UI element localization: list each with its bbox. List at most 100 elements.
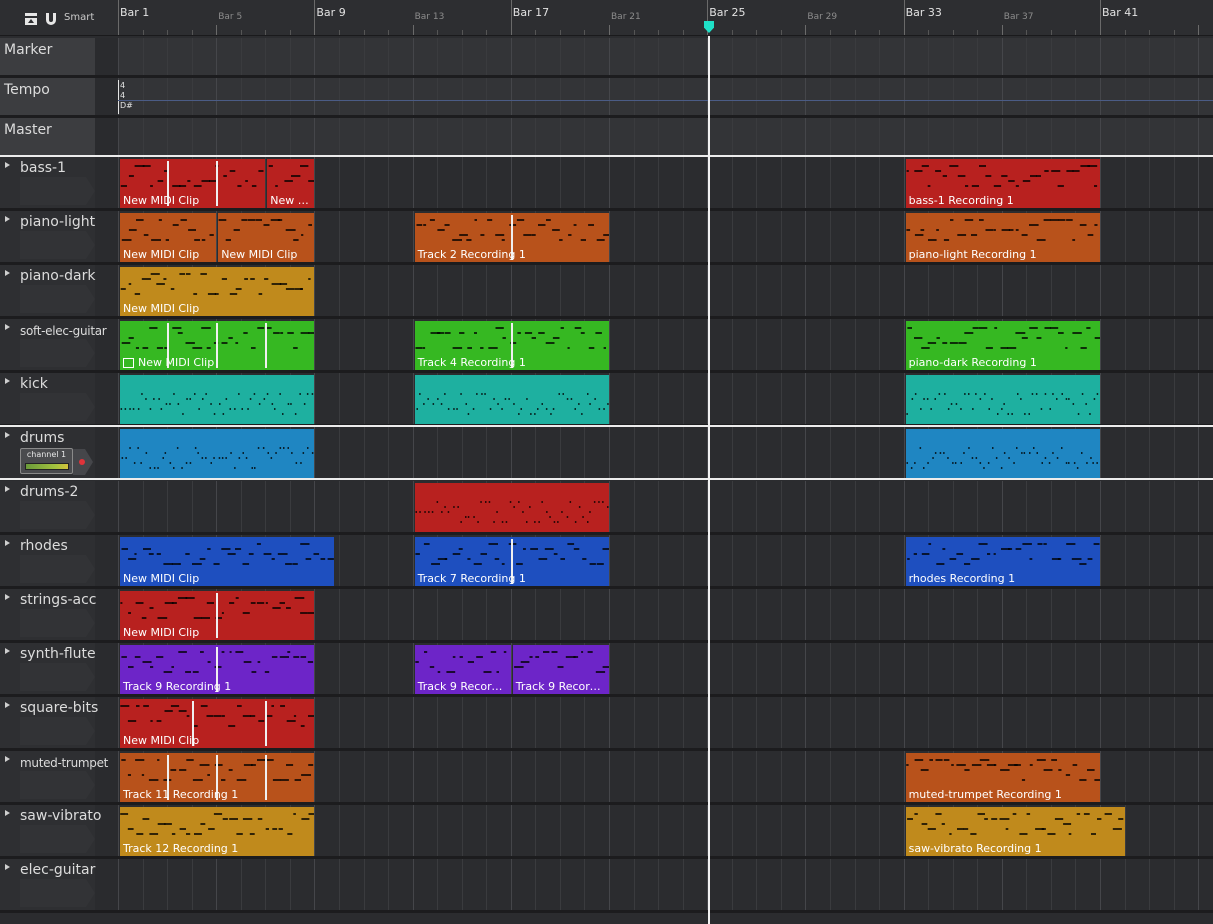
- midi-clip[interactable]: muted-trumpet Recording 1: [905, 753, 1100, 802]
- track-controls-tab[interactable]: [20, 177, 95, 205]
- playhead[interactable]: [708, 36, 710, 924]
- snap-mode-label[interactable]: Smart: [64, 12, 94, 23]
- track-lane-bass-1[interactable]: New MIDI ClipNew MIDI Clip bass-1 Recordi…: [118, 157, 1213, 208]
- track-header-square-bits[interactable]: square-bits: [0, 697, 118, 748]
- track-lane-drums[interactable]: [118, 427, 1213, 478]
- arrangement-icon[interactable]: [24, 11, 38, 25]
- midi-clip[interactable]: New MIDI Clip: [218, 213, 315, 262]
- midi-clip[interactable]: [414, 483, 609, 532]
- midi-clip[interactable]: [120, 429, 315, 478]
- track-lane-square-bits[interactable]: New MIDI Clip: [118, 697, 1213, 748]
- midi-clip[interactable]: Track 2 Recording 1: [414, 213, 609, 262]
- global-lane-master[interactable]: [118, 118, 1213, 155]
- midi-clip[interactable]: bass-1 Recording 1: [905, 159, 1100, 208]
- track-controls-tab[interactable]: [20, 501, 95, 529]
- expand-arrow-icon[interactable]: [5, 378, 10, 384]
- track-controls-tab[interactable]: [20, 879, 95, 907]
- track-controls-tab[interactable]: [20, 285, 95, 313]
- track-lane-piano-light[interactable]: New MIDI Clip New MIDI Clip Track 2 Record…: [118, 211, 1213, 262]
- track-header-drums-2[interactable]: drums-2: [0, 481, 118, 532]
- track-header-piano-light[interactable]: piano-light: [0, 211, 118, 262]
- midi-clip[interactable]: saw-vibrato Recording 1: [905, 807, 1125, 856]
- midi-clip[interactable]: piano-light Recording 1: [905, 213, 1100, 262]
- midi-clip[interactable]: Track 4 Recording 1: [414, 321, 609, 370]
- input-channel-selector[interactable]: channel 1: [20, 448, 73, 474]
- track-lane-soft-elec-guitar[interactable]: New MIDI Clip Track 4 Recording 1 piano-da…: [118, 319, 1213, 370]
- track-controls-tab[interactable]: [20, 609, 95, 637]
- midi-clip[interactable]: [905, 429, 1100, 478]
- midi-clip[interactable]: New MIDI Clip: [120, 699, 315, 748]
- midi-clip[interactable]: Track 9 Recording 1: [120, 645, 315, 694]
- expand-arrow-icon[interactable]: [5, 486, 10, 492]
- track-controls-tab[interactable]: [20, 555, 95, 583]
- expand-arrow-icon[interactable]: [5, 324, 10, 330]
- expand-arrow-icon[interactable]: [5, 216, 10, 222]
- midi-clip[interactable]: New MIDI Clip: [120, 213, 217, 262]
- midi-clip[interactable]: [414, 375, 609, 424]
- midi-clip[interactable]: Track 7 Recording 1: [414, 537, 609, 586]
- midi-clip[interactable]: [120, 375, 315, 424]
- midi-clip[interactable]: piano-dark Recording 1: [905, 321, 1100, 370]
- expand-arrow-icon[interactable]: [5, 270, 10, 276]
- track-lane-rhodes[interactable]: New MIDI Clip Track 7 Recording 1 rhodes R…: [118, 535, 1213, 586]
- global-track-header-marker[interactable]: Marker: [0, 38, 118, 75]
- track-header-rhodes[interactable]: rhodes: [0, 535, 118, 586]
- track-header-strings-acc[interactable]: strings-acc: [0, 589, 118, 640]
- tempo-marker[interactable]: [118, 80, 119, 114]
- track-header-bass-1[interactable]: bass-1: [0, 157, 118, 208]
- grid-line: [1001, 643, 1003, 694]
- midi-clip[interactable]: rhodes Recording 1: [905, 537, 1100, 586]
- timeline-ruler[interactable]: Bar 1 Bar 5 Bar 9 Bar 13 Bar 17 Bar 21 Bar 25 B…: [118, 0, 1213, 36]
- track-controls-tab[interactable]: [20, 717, 95, 745]
- expand-arrow-icon[interactable]: [5, 810, 10, 816]
- track-lane-saw-vibrato[interactable]: Track 12 Recording 1 saw-vibrato Recordin…: [118, 805, 1213, 856]
- global-lane-tempo[interactable]: 4 4 D#: [118, 78, 1213, 115]
- midi-clip[interactable]: New MIDI Clip: [120, 537, 335, 586]
- midi-note: [135, 347, 139, 349]
- track-controls-tab[interactable]: [20, 231, 95, 259]
- track-lane-muted-trumpet[interactable]: Track 11 Recording 1 muted-trumpet Record…: [118, 751, 1213, 802]
- track-header-muted-trumpet[interactable]: muted-trumpet: [0, 751, 118, 802]
- track-header-piano-dark[interactable]: piano-dark: [0, 265, 118, 316]
- midi-clip[interactable]: Track 12 Recording 1: [120, 807, 315, 856]
- expand-arrow-icon[interactable]: [5, 648, 10, 654]
- midi-clip[interactable]: New MIDI Clip: [120, 267, 315, 316]
- midi-clip[interactable]: Track 11 Recording 1: [120, 753, 315, 802]
- track-lane-kick[interactable]: [118, 373, 1213, 424]
- global-track-header-master[interactable]: Master: [0, 118, 118, 155]
- global-track-header-tempo[interactable]: Tempo: [0, 78, 118, 115]
- expand-arrow-icon[interactable]: [5, 864, 10, 870]
- track-lane-piano-dark[interactable]: New MIDI Clip: [118, 265, 1213, 316]
- track-controls-tab[interactable]: [20, 663, 95, 691]
- midi-clip[interactable]: [905, 375, 1100, 424]
- expand-arrow-icon[interactable]: [5, 594, 10, 600]
- midi-note: [993, 764, 996, 766]
- expand-arrow-icon[interactable]: [5, 540, 10, 546]
- track-controls-tab[interactable]: [20, 339, 95, 367]
- magnet-icon[interactable]: [44, 11, 58, 25]
- track-lane-elec-guitar[interactable]: [118, 859, 1213, 910]
- expand-arrow-icon[interactable]: [5, 702, 10, 708]
- midi-clip[interactable]: New MIDI Clip: [267, 159, 315, 208]
- track-controls-tab[interactable]: [20, 825, 95, 853]
- midi-clip[interactable]: New MIDI Clip: [120, 591, 315, 640]
- track-controls-tab[interactable]: [20, 771, 95, 799]
- track-lane-drums-2[interactable]: [118, 481, 1213, 532]
- track-header-kick[interactable]: kick: [0, 373, 118, 424]
- track-header-drums[interactable]: drums channel 1: [0, 427, 118, 478]
- global-lane-marker[interactable]: [118, 38, 1213, 75]
- track-header-saw-vibrato[interactable]: saw-vibrato: [0, 805, 118, 856]
- midi-clip[interactable]: New MIDI Clip: [120, 159, 266, 208]
- track-header-soft-elec-guitar[interactable]: soft-elec-guitar: [0, 319, 118, 370]
- midi-clip[interactable]: Track 9 Recording 1: [512, 645, 609, 694]
- track-header-elec-guitar[interactable]: elec-guitar: [0, 859, 118, 910]
- track-header-synth-flute[interactable]: synth-flute: [0, 643, 118, 694]
- expand-arrow-icon[interactable]: [5, 162, 10, 168]
- midi-clip[interactable]: Track 9 Recording 1: [414, 645, 511, 694]
- expand-arrow-icon[interactable]: [5, 432, 10, 438]
- track-lane-strings-acc[interactable]: New MIDI Clip: [118, 589, 1213, 640]
- track-controls-tab[interactable]: [20, 393, 95, 421]
- track-lane-synth-flute[interactable]: Track 9 Recording 1Track 9 Recording 1Tr…: [118, 643, 1213, 694]
- midi-clip[interactable]: New MIDI Clip: [120, 321, 315, 370]
- expand-arrow-icon[interactable]: [5, 756, 10, 762]
